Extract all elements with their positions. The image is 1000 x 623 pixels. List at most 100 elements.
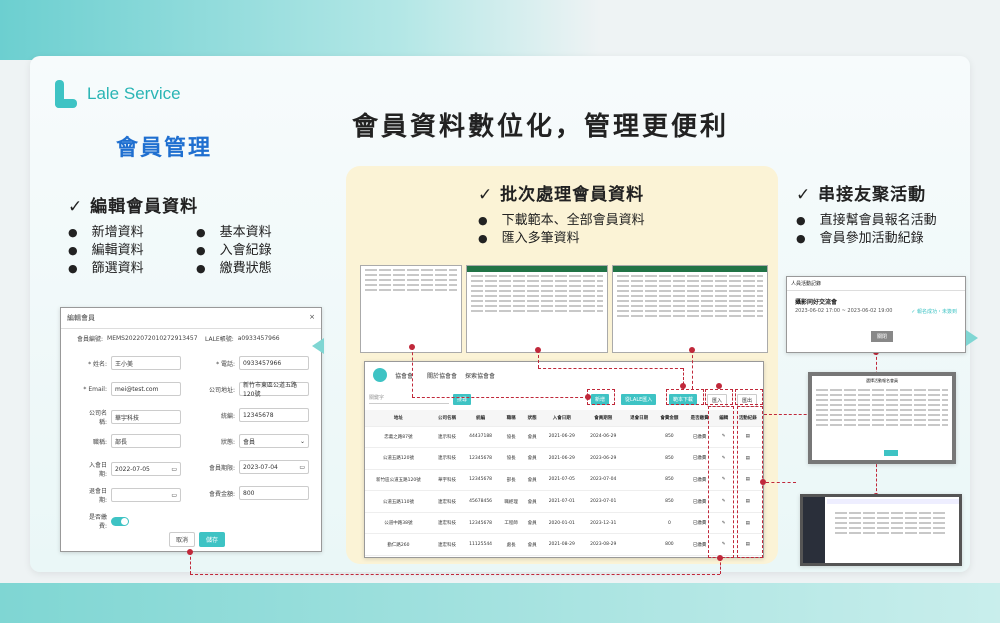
table-cell: 12345678 [462, 469, 500, 492]
cancel-button[interactable]: 取消 [169, 532, 196, 547]
join-date-field[interactable]: 2022-07-05 ▭ [111, 462, 181, 476]
section-edit-heading: ✓ 編輯會員資料 [68, 197, 199, 217]
lale-account-label: LALE帳號: [205, 336, 234, 343]
job-title-label: 職稱: [92, 438, 107, 446]
lale-logo-icon [55, 80, 77, 108]
paid-toggle[interactable] [111, 516, 129, 526]
list-item: 新增資料 [68, 224, 144, 242]
connector-line [692, 350, 693, 389]
phone-field[interactable]: 0933457966 [239, 356, 309, 370]
association-avatar [373, 368, 387, 382]
name-field[interactable]: 王小美 [111, 356, 181, 370]
table-cell: 2023-07-01 [582, 490, 624, 513]
list-item: 下載範本、全部會員資料 [478, 212, 645, 230]
lale-account-row: LALE帳號: a0933457966 [205, 334, 280, 343]
table-cell: 公道五路110號 [365, 490, 432, 513]
batch-features: 下載範本、全部會員資料 匯入多筆資料 [478, 212, 645, 248]
close-button[interactable]: 關閉 [871, 331, 894, 342]
search-input[interactable]: 關鍵字 [369, 394, 449, 404]
connector-line [538, 368, 683, 369]
table-cell: 2024-06-29 [582, 426, 624, 449]
table-cell [624, 426, 655, 449]
calendar-icon: ▭ [171, 491, 177, 499]
highlight-template [666, 389, 704, 405]
email-field[interactable]: mei@test.com [111, 382, 181, 396]
status-select[interactable]: 會員 ⌄ [239, 434, 309, 448]
connector-dot [716, 383, 722, 389]
table-body: 忠義之路87號 連示科技 44437188 協長 會員 2021-06-29 2024-06… [365, 426, 763, 557]
table-cell: 公道中路38號 [365, 512, 432, 535]
company-field[interactable]: 華宇科技 [111, 410, 181, 424]
expire-date-field[interactable]: 2023-07-04 ▭ [239, 460, 309, 474]
table-cell: 850 [654, 490, 685, 513]
connector-line [412, 347, 413, 397]
event-window-title: 人員活動記錄 [787, 277, 965, 291]
job-title-field[interactable]: 部長 [111, 434, 181, 448]
tax-id-field[interactable]: 12345678 [239, 408, 309, 422]
table-cell: 會員 [523, 469, 542, 492]
column-header: 退會日期 [624, 410, 655, 427]
brand-name: Lale Service [87, 84, 181, 103]
phone-label: * 電話: [216, 360, 235, 368]
table-row: 公道五路120號 連示科技 12345678 協長 會員 2021-06-29 2023-0… [365, 447, 763, 470]
fee-field[interactable]: 800 [239, 486, 309, 500]
tab-about[interactable]: 關於協會會 [427, 371, 457, 380]
table-cell: 2021-06-29 [541, 447, 583, 470]
connector-dot [535, 347, 541, 353]
table-cell: 連宏科技 [431, 490, 463, 513]
table-cell: 45678456 [462, 490, 500, 513]
status-label: 狀態: [220, 438, 235, 446]
save-button[interactable]: 儲存 [199, 532, 226, 547]
quit-date-field[interactable]: ▭ [111, 488, 181, 502]
table-cell: 會員 [523, 490, 542, 513]
email-row: * Email: mei@test.com [81, 382, 181, 396]
connector-dot [717, 555, 723, 561]
lale-account-value: a0933457966 [237, 335, 280, 342]
table-cell: 2023-08-29 [582, 533, 624, 557]
list-item: 篩選資料 [68, 260, 144, 278]
table-cell [624, 512, 655, 535]
close-icon[interactable]: × [309, 313, 315, 323]
table-cell: 2021-07-01 [541, 490, 583, 513]
table-cell [624, 469, 655, 492]
import-from-lale-button[interactable]: 從LALE匯入 [621, 394, 657, 405]
highlight-import [705, 389, 733, 405]
background-top-band [0, 0, 1000, 60]
connector-line [190, 552, 191, 574]
decorative-triangle [966, 330, 978, 346]
expire-date-row: 會員期限: 2023-07-04 ▭ [207, 460, 309, 474]
table-cell: 12345678 [462, 512, 500, 535]
member-no-label: 會員編號: [77, 336, 104, 343]
event-status: ✓ 報名成功・未簽到 [911, 309, 957, 315]
table-cell: 2023-06-29 [582, 447, 624, 470]
connector-dot [585, 394, 591, 400]
tab-explore[interactable]: 探索協會會 [465, 371, 495, 380]
calendar-icon: ▭ [171, 465, 177, 473]
list-item: 編輯資料 [68, 242, 144, 260]
name-label: * 姓名: [88, 360, 107, 368]
table-cell [624, 490, 655, 513]
activity-dashboard-thumbnail [800, 494, 962, 566]
member-table: 地址 公司名稱 統編 職稱 狀態 入會日期 會員期限 退會日期 會費金額 是否繳費 編輯 活動紀錄 忠… [365, 410, 763, 557]
connector-line [766, 482, 796, 483]
list-item: 基本資料 [196, 224, 272, 242]
decorative-triangle [312, 338, 324, 354]
list-item: 會員參加活動紀錄 [796, 230, 937, 248]
excel-template-thumbnail [466, 265, 608, 353]
table-cell: 職經理 [499, 490, 524, 513]
signup-confirm-button[interactable] [884, 450, 898, 456]
chevron-down-icon: ⌄ [299, 437, 305, 445]
table-cell: 處長 [499, 533, 524, 557]
tax-id-label: 統編: [220, 412, 235, 420]
table-cell: 部長 [499, 469, 524, 492]
edit-features-col1: 新增資料 編輯資料 篩選資料 [68, 224, 144, 278]
search-button[interactable]: 搜尋 [453, 394, 472, 405]
job-title-row: 職稱: 部長 [81, 434, 181, 448]
highlight-edit-column [708, 406, 734, 558]
table-cell: 800 [654, 533, 685, 557]
company-address-field[interactable]: 新竹市東區公道五路120號 [239, 382, 309, 398]
table-cell: 會員 [523, 447, 542, 470]
list-item: 匯入多筆資料 [478, 230, 645, 248]
table-cell: 0 [654, 512, 685, 535]
table-cell: 2021-08-29 [541, 533, 583, 557]
